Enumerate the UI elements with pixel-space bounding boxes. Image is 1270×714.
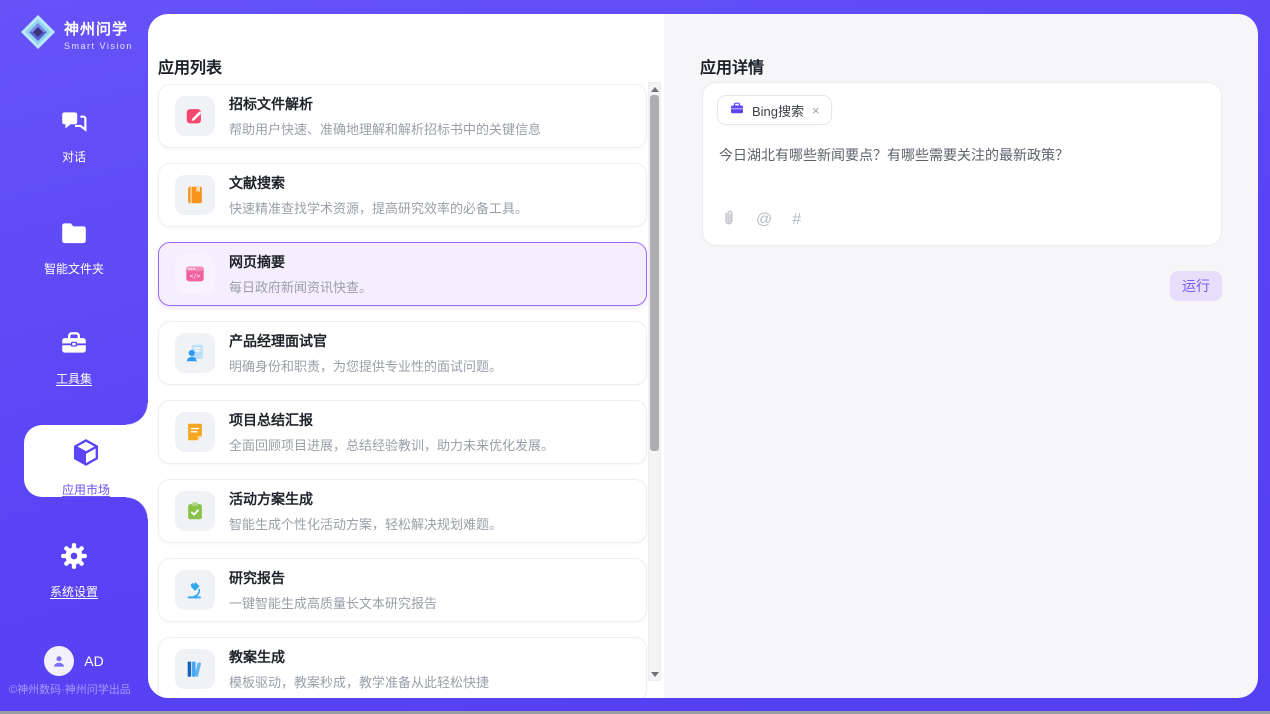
app-card-literature-search[interactable]: 文献搜索 快速精准查找学术资源，提高研究效率的必备工具。 xyxy=(158,163,647,227)
app-card-list: 招标文件解析 帮助用户快速、准确地理解和解析招标书中的关键信息 文献搜索 xyxy=(158,84,647,698)
app-name: 文献搜索 xyxy=(229,173,528,193)
diamond-logo-icon xyxy=(20,14,56,55)
app-description: 帮助用户快速、准确地理解和解析招标书中的关键信息 xyxy=(229,119,541,138)
app-name: 教案生成 xyxy=(229,647,489,667)
app-card-event-plan[interactable]: 活动方案生成 智能生成个性化活动方案，轻松解决规划难题。 xyxy=(158,479,647,543)
app-description: 明确身份和职责，为您提供专业性的面试问题。 xyxy=(229,356,502,375)
app-description: 一键智能生成高质量长文本研究报告 xyxy=(229,593,437,612)
sidebar-item-app-market[interactable]: 应用市场 xyxy=(24,437,148,498)
briefcase-icon xyxy=(729,100,745,121)
app-description: 全面回顾项目进展，总结经验教训，助力未来优化发展。 xyxy=(229,435,554,454)
app-name: 研究报告 xyxy=(229,568,437,588)
sidebar-item-label: 应用市场 xyxy=(62,481,110,498)
user-initials: AD xyxy=(84,653,103,669)
app-card-lesson-plan[interactable]: 教案生成 模板驱动，教案秒成，教学准备从此轻松快捷 xyxy=(158,637,647,698)
app-card-pm-interviewer[interactable]: 产品经理面试官 明确身份和职责，为您提供专业性的面试问题。 xyxy=(158,321,647,385)
folder-icon xyxy=(59,218,89,253)
app-card-project-summary[interactable]: 项目总结汇报 全面回顾项目进展，总结经验教训，助力未来优化发展。 xyxy=(158,400,647,464)
app-description: 每日政府新闻资讯快查。 xyxy=(229,277,372,296)
avatar xyxy=(44,646,74,676)
interviewer-icon xyxy=(175,333,215,373)
app-name: 活动方案生成 xyxy=(229,489,502,509)
triangle-up-icon xyxy=(651,87,659,92)
scrollbar-thumb[interactable] xyxy=(650,95,659,451)
paperclip-icon[interactable] xyxy=(721,209,736,231)
sidebar: 神州问学 Smart Vision 对话 智能文件夹 xyxy=(0,0,148,711)
svg-text:</>: </> xyxy=(190,273,201,280)
scrollbar-up-button[interactable] xyxy=(649,83,660,95)
sidebar-item-chat[interactable]: 对话 xyxy=(0,106,148,165)
app-name: 网页摘要 xyxy=(229,252,372,272)
tool-chip-bing-search[interactable]: Bing搜索 × xyxy=(717,95,832,125)
tool-chip-label: Bing搜索 xyxy=(752,101,804,120)
copyright-text: ©神州数码·神州问学出品 xyxy=(9,681,131,697)
app-name: 项目总结汇报 xyxy=(229,410,554,430)
composer-toolbar: @ # xyxy=(721,209,801,231)
gear-icon xyxy=(59,541,89,576)
app-card-research-report[interactable]: 研究报告 一键智能生成高质量长文本研究报告 xyxy=(158,558,647,622)
mention-icon[interactable]: @ xyxy=(756,212,772,228)
app-description: 快速精准查找学术资源，提高研究效率的必备工具。 xyxy=(229,198,528,217)
brand-tagline: Smart Vision xyxy=(64,41,133,51)
browser-code-icon: </> xyxy=(175,254,215,294)
sidebar-item-label: 系统设置 xyxy=(50,583,98,600)
sidebar-item-label: 智能文件夹 xyxy=(44,260,104,277)
app-card-web-summary[interactable]: </> 网页摘要 每日政府新闻资讯快查。 xyxy=(158,242,647,306)
books-icon xyxy=(175,649,215,689)
brand-logo: 神州问学 Smart Vision xyxy=(20,14,133,55)
app-name: 产品经理面试官 xyxy=(229,331,502,351)
toolbox-icon xyxy=(59,328,89,363)
app-description: 智能生成个性化活动方案，轻松解决规划难题。 xyxy=(229,514,502,533)
brand-name: 神州问学 xyxy=(64,18,133,39)
sidebar-item-label: 工具集 xyxy=(56,370,92,387)
sidebar-item-settings[interactable]: 系统设置 xyxy=(0,541,148,600)
app-name: 招标文件解析 xyxy=(229,94,541,114)
hash-icon[interactable]: # xyxy=(792,212,801,228)
prompt-card: Bing搜索 × 今日湖北有哪些新闻要点？有哪些需要关注的最新政策？ @ # xyxy=(702,82,1222,246)
doc-edit-icon xyxy=(175,96,215,136)
app-list-panel: 应用列表 招标文件解析 帮助用户快速、准确地理解和解析招标书中的关键信息 xyxy=(148,14,664,698)
query-input-text[interactable]: 今日湖北有哪些新闻要点？有哪些需要关注的最新政策？ xyxy=(719,145,1199,165)
book-icon xyxy=(175,175,215,215)
microscope-icon xyxy=(175,570,215,610)
app-card-bid-document-analysis[interactable]: 招标文件解析 帮助用户快速、准确地理解和解析招标书中的关键信息 xyxy=(158,84,647,148)
app-detail-panel: 应用详情 Bing搜索 × 今日湖北有哪些新闻要点？有哪些需要关注的最新政策？ xyxy=(664,14,1258,698)
user-account[interactable]: AD xyxy=(0,646,148,676)
app-detail-title: 应用详情 xyxy=(700,54,764,78)
sidebar-item-smart-folder[interactable]: 智能文件夹 xyxy=(0,218,148,277)
app-window: 神州问学 Smart Vision 对话 智能文件夹 xyxy=(0,0,1270,714)
triangle-down-icon xyxy=(651,672,659,677)
run-button[interactable]: 运行 xyxy=(1170,271,1222,301)
scrollbar-down-button[interactable] xyxy=(649,668,660,680)
note-icon xyxy=(175,412,215,452)
app-description: 模板驱动，教案秒成，教学准备从此轻松快捷 xyxy=(229,672,489,691)
sidebar-item-label: 对话 xyxy=(62,148,86,165)
app-list-title: 应用列表 xyxy=(158,54,222,78)
main-content: 应用列表 招标文件解析 帮助用户快速、准确地理解和解析招标书中的关键信息 xyxy=(148,14,1258,698)
list-scrollbar[interactable] xyxy=(648,82,661,681)
clipboard-check-icon xyxy=(175,491,215,531)
close-icon[interactable]: × xyxy=(811,103,821,118)
cube-icon xyxy=(70,437,102,474)
sidebar-item-toolset[interactable]: 工具集 xyxy=(0,328,148,387)
chat-icon xyxy=(59,106,89,141)
